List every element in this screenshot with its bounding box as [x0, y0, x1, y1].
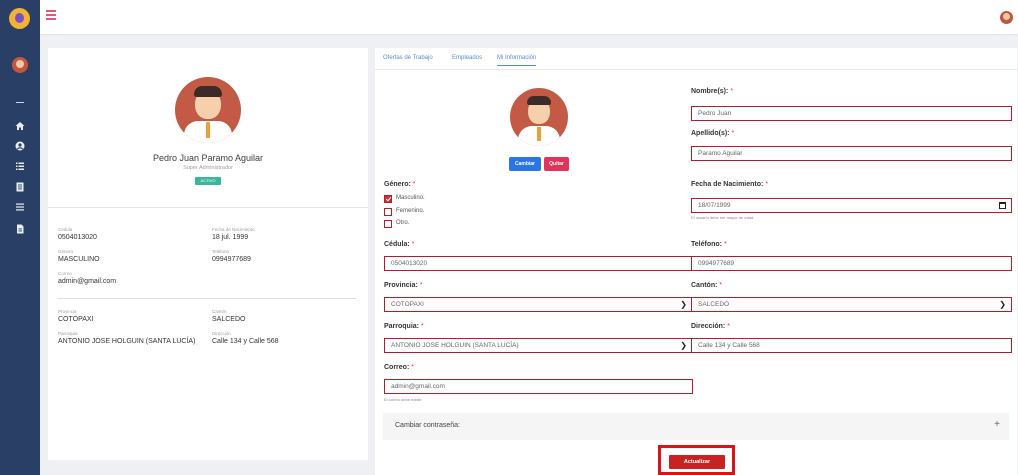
- chevron-down-icon[interactable]: ❯: [680, 298, 687, 311]
- user-avatar-menu[interactable]: [1000, 11, 1013, 24]
- parroquia-label: Parroquia: *: [384, 323, 424, 330]
- sidebar-avatar[interactable]: [12, 57, 28, 73]
- cedula-label: Cédula: [58, 227, 73, 232]
- cedula-value: 0504013020: [58, 234, 97, 241]
- home-icon[interactable]: [14, 121, 25, 132]
- canton-value: SALCEDO: [212, 316, 246, 323]
- fecha-hint: El usuario debe ser mayor de edad.: [691, 215, 755, 220]
- card-divider: [48, 207, 368, 208]
- list-icon[interactable]: [14, 202, 25, 213]
- canton-label: Cantón: [212, 309, 227, 314]
- provincia-label: Provincia: *: [384, 282, 423, 289]
- option-label: Otro.: [396, 220, 410, 226]
- tabs-underline: [375, 69, 1017, 70]
- chevron-down-icon[interactable]: ❯: [999, 298, 1006, 311]
- app-logo[interactable]: [9, 8, 30, 29]
- nacimiento-label: Fecha de Nacimiento: [212, 227, 255, 232]
- profile-card: Pedro Juan Paramo Aguilar Super Administ…: [48, 48, 368, 460]
- user-icon[interactable]: [14, 141, 25, 152]
- genero-value: MASCULINO: [58, 256, 100, 263]
- update-highlight: Actualizar: [658, 445, 735, 475]
- correo-input[interactable]: admin@gmail.com: [384, 379, 693, 394]
- profile-name: Pedro Juan Paramo Aguilar: [152, 153, 264, 163]
- gender-option-femenino[interactable]: Femenino.: [384, 208, 464, 217]
- parroquia-selected: ANTONIO JOSE HOLGUIN (SANTA LUCÍA): [391, 342, 519, 349]
- genero-label: Género: *: [384, 181, 416, 188]
- option-label: Femenino.: [396, 208, 425, 214]
- nombres-label: Nombre(s): *: [691, 88, 734, 95]
- fecha-input[interactable]: 18/07/1999: [691, 198, 1012, 213]
- change-password-accordion[interactable]: Cambiar contraseña: +: [383, 413, 1009, 440]
- gender-option-otro[interactable]: Otro.: [384, 220, 464, 229]
- sidebar-divider: [16, 102, 24, 103]
- parroquia-label: Parroquia: [58, 331, 78, 336]
- tab-empleados[interactable]: Empleados: [452, 55, 482, 61]
- provincia-value: COTOPAXI: [58, 316, 94, 323]
- provincia-select[interactable]: COTOPAXI ❯: [384, 297, 693, 312]
- calendar-icon[interactable]: [999, 202, 1006, 209]
- tab-mi-informacion[interactable]: Mi Información: [497, 55, 537, 66]
- sidebar: [0, 35, 40, 475]
- provincia-selected: COTOPAXI: [391, 301, 424, 308]
- provincia-label: Provincia: [58, 309, 77, 314]
- direccion-input[interactable]: Calle 134 y Calle 568: [691, 338, 1012, 353]
- profile-avatar: [175, 77, 241, 143]
- checkbox-femenino[interactable]: [384, 208, 392, 216]
- fecha-value: 18/07/1999: [698, 202, 731, 209]
- gender-option-masculino[interactable]: Masculino.: [384, 195, 464, 204]
- direccion-label: Dirección: [212, 331, 231, 336]
- parroquia-value: ANTONIO JOSE HOLGUIN (SANTA LUCÍA): [58, 338, 196, 345]
- nacimiento-value: 18 jul. 1999: [212, 234, 249, 241]
- apellidos-input[interactable]: Paramo Aguilar: [691, 146, 1012, 161]
- profile-form-card: Ofertas de Trabajo Empleados Mi Informac…: [375, 48, 1017, 475]
- option-label: Masculino.: [396, 195, 425, 201]
- correo-hint: El correo debe existir.: [384, 397, 423, 402]
- change-password-label: Cambiar contraseña:: [395, 422, 460, 429]
- plus-icon[interactable]: +: [994, 419, 1000, 430]
- update-button[interactable]: Actualizar: [669, 455, 725, 469]
- genero-label: Género: [58, 249, 74, 254]
- change-photo-button[interactable]: Cambiar: [509, 157, 541, 171]
- profile-role: Super Administrador: [183, 165, 233, 171]
- canton-selected: SALCEDO: [698, 301, 730, 308]
- nombres-input[interactable]: Pedro Juan: [691, 106, 1012, 121]
- status-badge: ACTIVO: [195, 177, 221, 185]
- parroquia-select[interactable]: ANTONIO JOSE HOLGUIN (SANTA LUCÍA) ❯: [384, 338, 693, 353]
- cedula-label: Cédula: *: [384, 241, 415, 248]
- direccion-label: Dirección: *: [691, 323, 730, 330]
- correo-label: Correo: *: [384, 364, 414, 371]
- telefono-label: Teléfono: [212, 249, 230, 254]
- fecha-label: Fecha de Nacimiento: *: [691, 181, 769, 188]
- direccion-value: Calle 134 y Calle 568: [212, 338, 279, 345]
- hamburger-icon[interactable]: [46, 10, 56, 20]
- apellidos-label: Apellido(s): *: [691, 130, 735, 137]
- telefono-input[interactable]: 0994977689: [691, 256, 1012, 271]
- section-divider: [58, 298, 356, 299]
- list-icon[interactable]: [14, 161, 25, 172]
- top-bar: [0, 0, 1018, 35]
- document-icon[interactable]: [14, 182, 25, 193]
- remove-photo-button[interactable]: Quitar: [544, 157, 569, 171]
- file-icon[interactable]: [14, 224, 25, 235]
- chevron-down-icon[interactable]: ❯: [680, 339, 687, 352]
- canton-label: Cantón: *: [691, 282, 723, 289]
- canton-select[interactable]: SALCEDO ❯: [691, 297, 1012, 312]
- correo-value: admin@gmail.com: [58, 278, 117, 285]
- telefono-value: 0994977689: [212, 256, 251, 263]
- checkbox-masculino[interactable]: [384, 195, 392, 203]
- telefono-label: Teléfono: *: [691, 241, 727, 248]
- form-avatar: [510, 88, 568, 146]
- checkbox-otro[interactable]: [384, 220, 392, 228]
- tab-ofertas[interactable]: Ofertas de Trabajo: [383, 55, 433, 61]
- cedula-input[interactable]: 0504013020: [384, 256, 693, 271]
- correo-label: Correo: [58, 271, 72, 276]
- app-logo-area[interactable]: [0, 0, 40, 35]
